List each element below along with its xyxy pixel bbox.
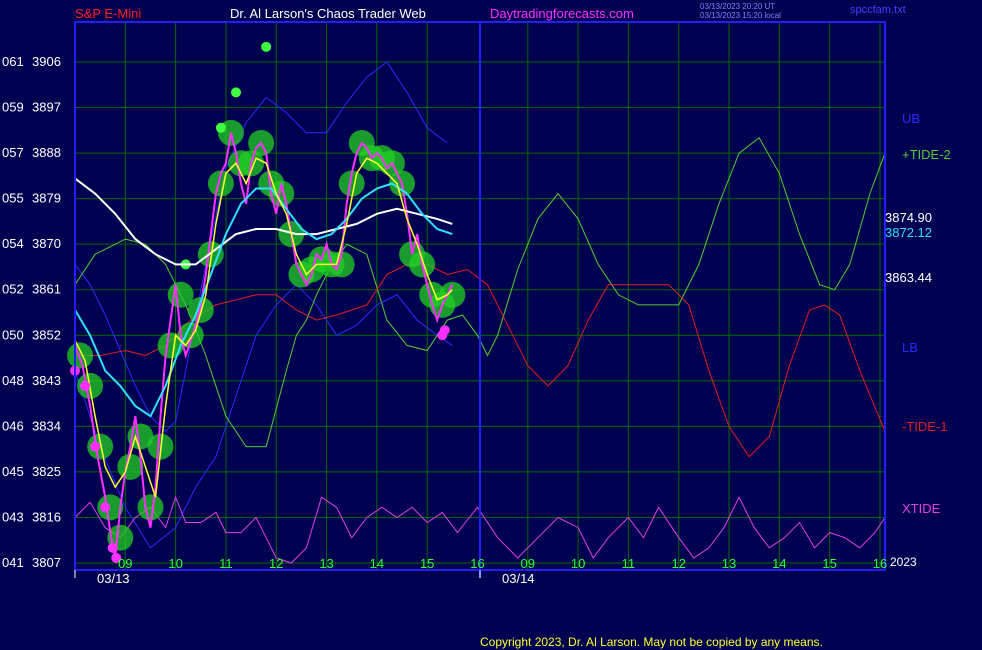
y-tick-price-11: 3906 [32,54,61,69]
legend-label-1: +TIDE-2 [902,147,951,162]
y-tick-price-3: 3834 [32,418,61,433]
year-label: 2023 [890,555,917,569]
y-tick-price-2: 3825 [32,464,61,479]
x-date-1: 03/14 [502,571,535,586]
y-tick-price-1: 3816 [32,509,61,524]
price-line [74,132,454,559]
y-tick-price-0: 3807 [32,555,61,570]
site-title: Dr. Al Larson's Chaos Trader Web [230,6,426,21]
x-tick-hour-1: 10 [168,556,182,571]
y-tick-cycle-2: 045 [2,464,24,479]
y-tick-price-6: 3861 [32,282,61,297]
x-tick-hour-12: 13 [722,556,736,571]
x-tick-hour-9: 10 [571,556,585,571]
site-url: Daytradingforecasts.com [490,6,634,21]
legend-label-4: XTIDE [902,501,941,516]
y-tick-price-10: 3897 [32,100,61,115]
y-tick-cycle-10: 059 [2,100,24,115]
green-dot-0 [67,342,94,369]
y-tick-price-4: 3843 [32,373,61,388]
chaos-trader-chart: 041 3807 043 3816 045 3825 046 3834 048 3843 050 38… [2,2,951,649]
x-tick-hour-8: 09 [521,556,535,571]
legend-label-0: UB [902,111,920,126]
x-tick-hour-4: 13 [319,556,333,571]
magenta-dot-1 [80,380,91,391]
x-tick-hour-13: 14 [772,556,786,571]
x-tick-hour-15: 16 [873,556,887,571]
y-tick-cycle-6: 052 [2,282,24,297]
magenta-dot-3 [100,502,111,513]
timestamp-local: 03/13/2023 15:20 local [700,11,781,20]
x-tick-hour-7: 16 [470,556,484,571]
green-dot-7 [137,494,164,521]
x-tick-hour-14: 15 [822,556,836,571]
bright-dot-3 [261,41,272,52]
y-tick-cycle-8: 055 [2,191,24,206]
x-tick-hour-10: 11 [622,556,636,571]
magenta-dot-4 [107,542,118,553]
y-tick-price-8: 3879 [32,191,61,206]
y-tick-price-9: 3888 [32,145,61,160]
legend-label-2: LB [902,340,918,355]
y-tick-price-7: 3870 [32,236,61,251]
y-tick-cycle-7: 054 [2,236,24,251]
y-tick-cycle-4: 048 [2,373,24,388]
y-tick-cycle-5: 050 [2,327,24,342]
symbol-title: S&P E-Mini [75,6,141,21]
copyright: Copyright 2023, Dr. Al Larson. May not b… [480,635,823,649]
y-tick-cycle-1: 043 [2,509,24,524]
x-tick-hour-3: 12 [269,556,283,571]
upper-band-line [74,61,448,433]
y-tick-cycle-0: 041 [2,555,24,570]
magenta-dot-2 [90,441,101,452]
magenta-dot-7 [439,325,450,336]
y-tick-price-5: 3852 [32,327,61,342]
green-dot-5 [117,453,144,480]
y-tick-cycle-11: 061 [2,54,24,69]
series-layer [67,41,886,564]
legend-label-3: -TIDE-1 [902,419,948,434]
value-label-2: 3863.44 [885,270,932,285]
bright-dot-2 [230,87,241,98]
data-file-name: spccfam.txt [850,4,906,16]
x-tick-hour-5: 14 [370,556,384,571]
x-tick-hour-0: 09 [118,556,132,571]
x-tick-hour-11: 12 [671,556,685,571]
x-tick-hour-2: 11 [219,556,233,571]
timestamp-ut: 03/13/2023 20:20 UT [700,2,775,11]
value-label-1: 3872.12 [885,225,932,240]
x-date-0: 03/13 [97,571,130,586]
y-tick-cycle-9: 057 [2,145,24,160]
x-tick-hour-6: 15 [420,556,434,571]
y-axis: 041 3807 043 3816 045 3825 046 3834 048 3843 050 38… [2,54,61,570]
right-labels: 3874.903872.12 3863.44 UB +TIDE-2 LB -TIDE-1 X… [885,111,951,516]
bright-dot-1 [215,122,226,133]
value-label-0: 3874.90 [885,210,932,225]
y-tick-cycle-3: 046 [2,418,24,433]
lower-band-line [74,283,453,549]
